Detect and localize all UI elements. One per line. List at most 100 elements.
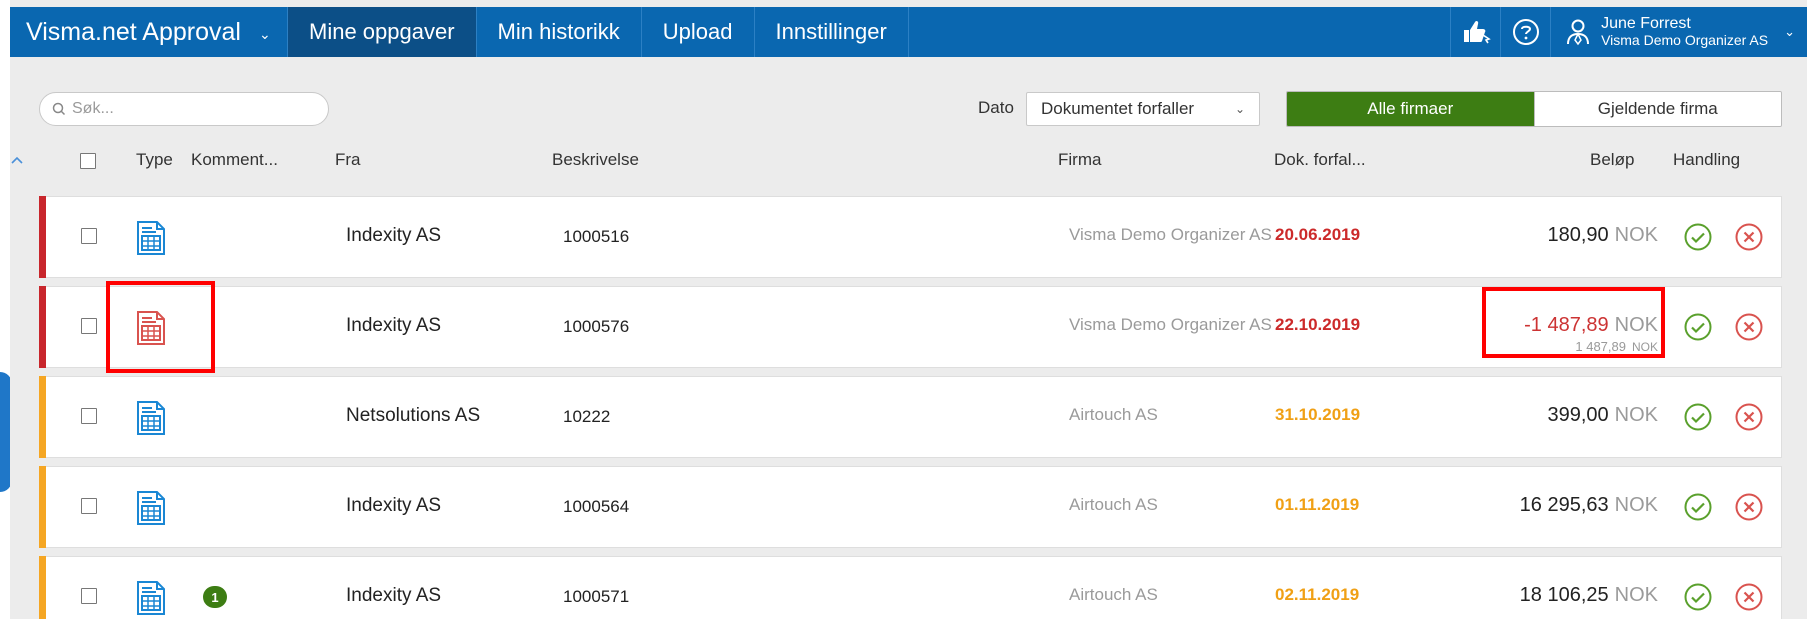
sort-ascending-icon[interactable] xyxy=(10,155,24,165)
row-description: 1000516 xyxy=(563,227,630,246)
reject-icon[interactable] xyxy=(1734,402,1764,432)
invoice-icon[interactable] xyxy=(136,581,166,615)
company-filter: Alle firmaer Gjeldende firma xyxy=(1286,91,1782,127)
row-company: Airtouch AS xyxy=(1069,585,1158,604)
row-checkbox[interactable] xyxy=(81,228,97,244)
user-organization: Visma Demo Organizer AS xyxy=(1601,32,1769,48)
row-company: Airtouch AS xyxy=(1069,495,1158,514)
row-due-date: 01.11.2019 xyxy=(1275,495,1360,514)
reject-icon[interactable] xyxy=(1734,582,1764,612)
column-amount[interactable]: Beløp xyxy=(1590,150,1634,170)
row-description: 1000564 xyxy=(563,497,630,516)
date-select[interactable]: Dokumentet forfaller ⌄ xyxy=(1026,92,1260,126)
row-company: Visma Demo Organizer AS xyxy=(1069,315,1272,334)
search-box[interactable] xyxy=(39,92,329,126)
help-button[interactable] xyxy=(1500,7,1550,57)
tab-mine-oppgaver[interactable]: Mine oppgaver xyxy=(288,7,477,57)
row-description: 1000576 xyxy=(563,317,630,336)
row-from: Indexity AS xyxy=(346,585,442,606)
column-from[interactable]: Fra xyxy=(335,150,361,170)
row-from: Indexity AS xyxy=(346,495,442,516)
status-stripe xyxy=(39,466,46,548)
approve-icon[interactable] xyxy=(1683,492,1713,522)
search-input[interactable] xyxy=(72,100,312,118)
tab-upload[interactable]: Upload xyxy=(642,7,755,57)
row-due-date: 22.10.2019 xyxy=(1275,315,1361,334)
status-stripe xyxy=(39,286,46,368)
column-comment[interactable]: Komment... xyxy=(191,150,278,170)
table-row[interactable]: Indexity AS 1000516 Visma Demo Organizer… xyxy=(39,196,1782,278)
column-description[interactable]: Beskrivelse xyxy=(552,150,639,170)
app-switcher[interactable]: Visma.net Approval ⌄ xyxy=(10,7,288,57)
status-stripe xyxy=(39,556,46,619)
row-amount: 399,00 NOK xyxy=(1547,404,1658,427)
approve-all-button[interactable] xyxy=(1450,7,1500,57)
row-amount: 16 295,63 NOK xyxy=(1520,494,1658,517)
amount-value: 180,90 xyxy=(1547,224,1609,246)
user-menu[interactable]: June Forrest Visma Demo Organizer AS ⌄ xyxy=(1550,7,1807,57)
filter-all-companies-button[interactable]: Alle firmaer xyxy=(1287,92,1534,126)
amount-currency: NOK xyxy=(1614,224,1658,246)
table-row[interactable]: 1 Indexity AS 1000571 Airtouch AS 02.11.… xyxy=(39,556,1782,619)
row-description: 10222 xyxy=(563,407,611,426)
amount-value: 18 106,25 xyxy=(1519,584,1609,606)
thumbs-up-icon xyxy=(1463,20,1491,44)
approve-icon[interactable] xyxy=(1683,582,1713,612)
date-select-value: Dokumentet forfaller xyxy=(1041,99,1195,118)
date-label: Dato xyxy=(978,98,1014,117)
column-action: Handling xyxy=(1673,150,1741,169)
comment-count-badge[interactable]: 1 xyxy=(203,586,227,608)
row-company: Airtouch AS xyxy=(1069,405,1158,424)
table-row[interactable]: Netsolutions AS 10222 Airtouch AS 31.10.… xyxy=(39,376,1782,458)
reject-icon[interactable] xyxy=(1734,492,1764,522)
row-amount: 18 106,25 NOK xyxy=(1520,584,1658,607)
row-from: Indexity AS xyxy=(346,315,442,336)
reject-icon[interactable] xyxy=(1734,222,1764,252)
chevron-down-icon: ⌄ xyxy=(258,25,271,42)
row-description: 1000571 xyxy=(563,587,630,606)
amount-value: 399,00 xyxy=(1547,404,1609,426)
table-header: Type Komment... Fra Beskrivelse Firma Do… xyxy=(10,150,1807,174)
row-checkbox[interactable] xyxy=(81,408,97,424)
approve-icon[interactable] xyxy=(1683,222,1713,252)
left-edge xyxy=(0,0,12,619)
filter-current-company-button[interactable]: Gjeldende firma xyxy=(1533,92,1781,126)
table-row[interactable]: Indexity AS 1000564 Airtouch AS 01.11.20… xyxy=(39,466,1782,548)
approve-icon[interactable] xyxy=(1683,312,1713,342)
column-due-date[interactable]: Dok. forfal... xyxy=(1274,150,1366,170)
reject-icon[interactable] xyxy=(1734,312,1764,342)
user-icon xyxy=(1567,19,1590,46)
row-checkbox[interactable] xyxy=(81,318,97,334)
amount-value: 16 295,63 xyxy=(1519,494,1609,516)
tab-innstillinger[interactable]: Innstillinger xyxy=(755,7,909,57)
invoice-icon[interactable] xyxy=(136,221,166,255)
column-type[interactable]: Type xyxy=(136,150,173,170)
column-company[interactable]: Firma xyxy=(1058,150,1101,170)
help-icon xyxy=(1512,19,1539,45)
row-from: Netsolutions AS xyxy=(346,405,481,426)
tab-min-historikk[interactable]: Min historikk xyxy=(477,7,642,57)
top-navigation: Visma.net Approval ⌄ Mine oppgaver Min h… xyxy=(10,7,1807,57)
search-icon xyxy=(52,102,66,116)
row-due-date: 31.10.2019 xyxy=(1275,405,1361,424)
invoice-icon[interactable] xyxy=(136,401,166,435)
amount-currency: NOK xyxy=(1614,404,1658,426)
chevron-down-icon: ⌄ xyxy=(1784,24,1795,40)
amount-currency: NOK xyxy=(1614,494,1658,516)
select-all-checkbox[interactable] xyxy=(80,153,96,169)
app-frame: Visma.net Approval ⌄ Mine oppgaver Min h… xyxy=(10,0,1807,619)
highlight-box-type-icon xyxy=(106,281,215,373)
highlight-box-amount xyxy=(1482,287,1665,358)
user-name: June Forrest xyxy=(1601,15,1691,32)
status-stripe xyxy=(39,376,46,458)
app-title: Visma.net Approval xyxy=(26,17,241,46)
row-checkbox[interactable] xyxy=(81,588,97,604)
invoice-icon[interactable] xyxy=(136,491,166,525)
row-amount: 180,90 NOK xyxy=(1547,224,1658,247)
row-due-date: 02.11.2019 xyxy=(1275,585,1360,604)
approve-icon[interactable] xyxy=(1683,402,1713,432)
row-checkbox[interactable] xyxy=(81,498,97,514)
row-due-date: 20.06.2019 xyxy=(1275,225,1361,244)
row-company: Visma Demo Organizer AS xyxy=(1069,225,1272,244)
amount-currency: NOK xyxy=(1614,584,1658,606)
